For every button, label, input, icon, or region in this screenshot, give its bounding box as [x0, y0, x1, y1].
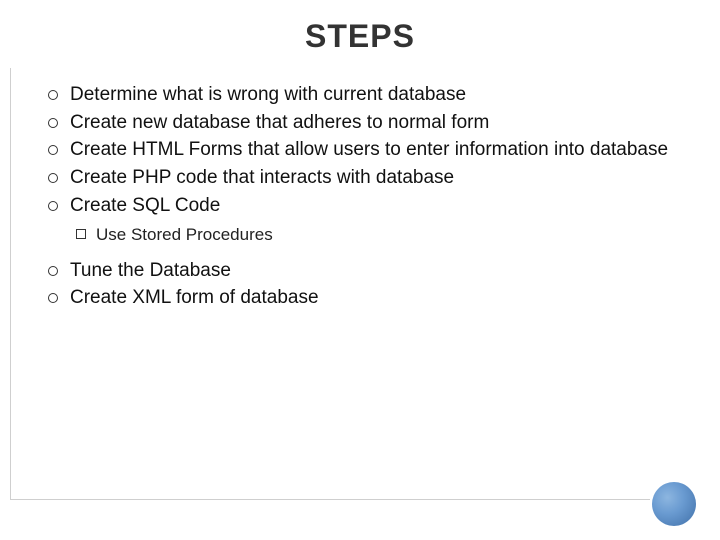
list-item: Create new database that adheres to norm…	[48, 111, 690, 136]
slide: STEPS Determine what is wrong with curre…	[0, 0, 720, 540]
list-item: Create PHP code that interacts with data…	[48, 166, 690, 191]
list-item: Create HTML Forms that allow users to en…	[48, 138, 690, 163]
bullet-list-main: Determine what is wrong with current dat…	[30, 83, 690, 218]
bullet-text: Determine what is wrong with current dat…	[70, 84, 466, 105]
list-item: Create SQL Code	[48, 194, 690, 219]
list-item: Tune the Database	[48, 259, 690, 284]
title-text: STEPS	[305, 18, 415, 54]
list-item: Determine what is wrong with current dat…	[48, 83, 690, 108]
bullet-text: Create SQL Code	[70, 195, 220, 216]
bullet-list-sub: Use Stored Procedures	[30, 224, 690, 246]
bullet-text: Create HTML Forms that allow users to en…	[70, 139, 668, 160]
bullet-list-secondary: Tune the Database Create XML form of dat…	[30, 259, 690, 311]
decorative-left-line	[10, 68, 11, 500]
decorative-bottom-line	[10, 499, 650, 500]
sub-bullet-text: Use Stored Procedures	[96, 225, 273, 244]
bullet-text: Create PHP code that interacts with data…	[70, 167, 454, 188]
bullet-text: Create new database that adheres to norm…	[70, 112, 489, 133]
bullet-text: Tune the Database	[70, 260, 231, 281]
decorative-circle-icon	[652, 482, 696, 526]
bullet-text: Create XML form of database	[70, 287, 319, 308]
list-item: Use Stored Procedures	[76, 224, 690, 246]
list-item: Create XML form of database	[48, 286, 690, 311]
slide-title: STEPS	[30, 18, 690, 55]
